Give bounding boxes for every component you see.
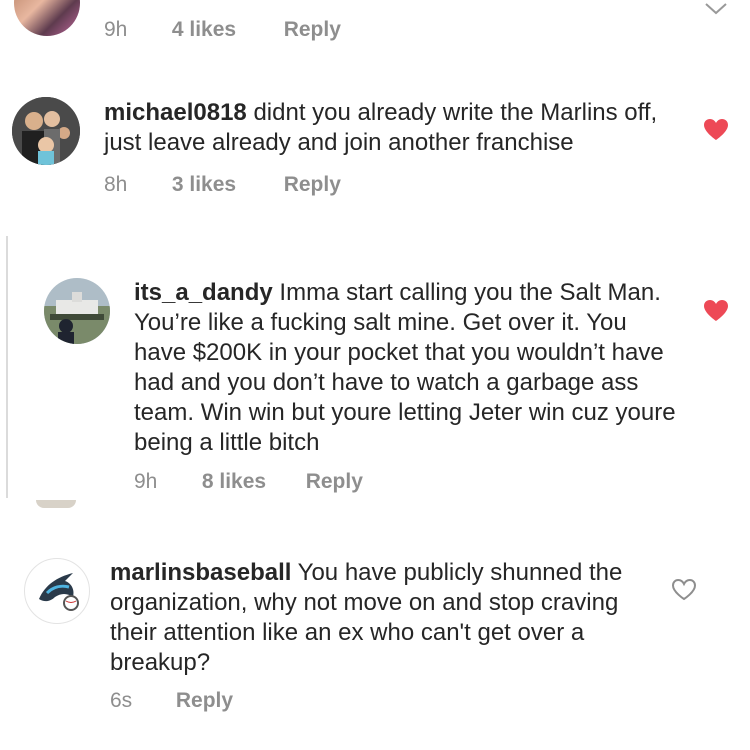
likes-count[interactable]: 3 likes xyxy=(172,173,278,197)
comment-text: marlinsbaseball You have publicly shunne… xyxy=(110,558,670,678)
comment-meta: 8h 3 likes Reply xyxy=(104,173,341,197)
thread-divider xyxy=(6,236,8,498)
comment-time: 8h xyxy=(104,173,128,196)
partial-avatar-edge xyxy=(36,500,76,508)
reply-button[interactable]: Reply xyxy=(284,173,341,197)
comment-meta: 9h 4 likes Reply xyxy=(104,18,341,42)
reply-button[interactable]: Reply xyxy=(176,689,233,713)
reply-button[interactable]: Reply xyxy=(306,470,363,494)
comment-text: michael0818 didnt you already write the … xyxy=(104,98,694,158)
likes-count[interactable]: 8 likes xyxy=(202,470,300,494)
comment-username[interactable]: michael0818 xyxy=(104,99,247,126)
comment-time: 6s xyxy=(110,689,133,712)
comment-meta: 6s Reply xyxy=(110,689,233,713)
comment-meta: 9h 8 likes Reply xyxy=(134,470,363,494)
reply-button[interactable]: Reply xyxy=(284,18,341,42)
heart-filled-icon[interactable] xyxy=(703,118,729,147)
comment-username[interactable]: marlinsbaseball xyxy=(110,559,291,586)
avatar-marlinsbaseball[interactable] xyxy=(24,558,90,624)
heart-filled-icon[interactable] xyxy=(703,299,729,328)
chevron-down-icon[interactable] xyxy=(704,0,728,21)
avatar-its-a-dandy[interactable] xyxy=(44,278,110,344)
avatar-michael0818[interactable] xyxy=(12,97,80,165)
avatar-partial[interactable] xyxy=(14,0,80,36)
comment-text: its_a_dandy Imma start calling you the S… xyxy=(134,278,679,458)
comment-time: 9h xyxy=(134,470,158,493)
heart-outline-icon[interactable] xyxy=(671,578,697,607)
comment-time: 9h xyxy=(104,18,128,41)
comment-username[interactable]: its_a_dandy xyxy=(134,279,273,306)
likes-count[interactable]: 4 likes xyxy=(172,18,278,42)
